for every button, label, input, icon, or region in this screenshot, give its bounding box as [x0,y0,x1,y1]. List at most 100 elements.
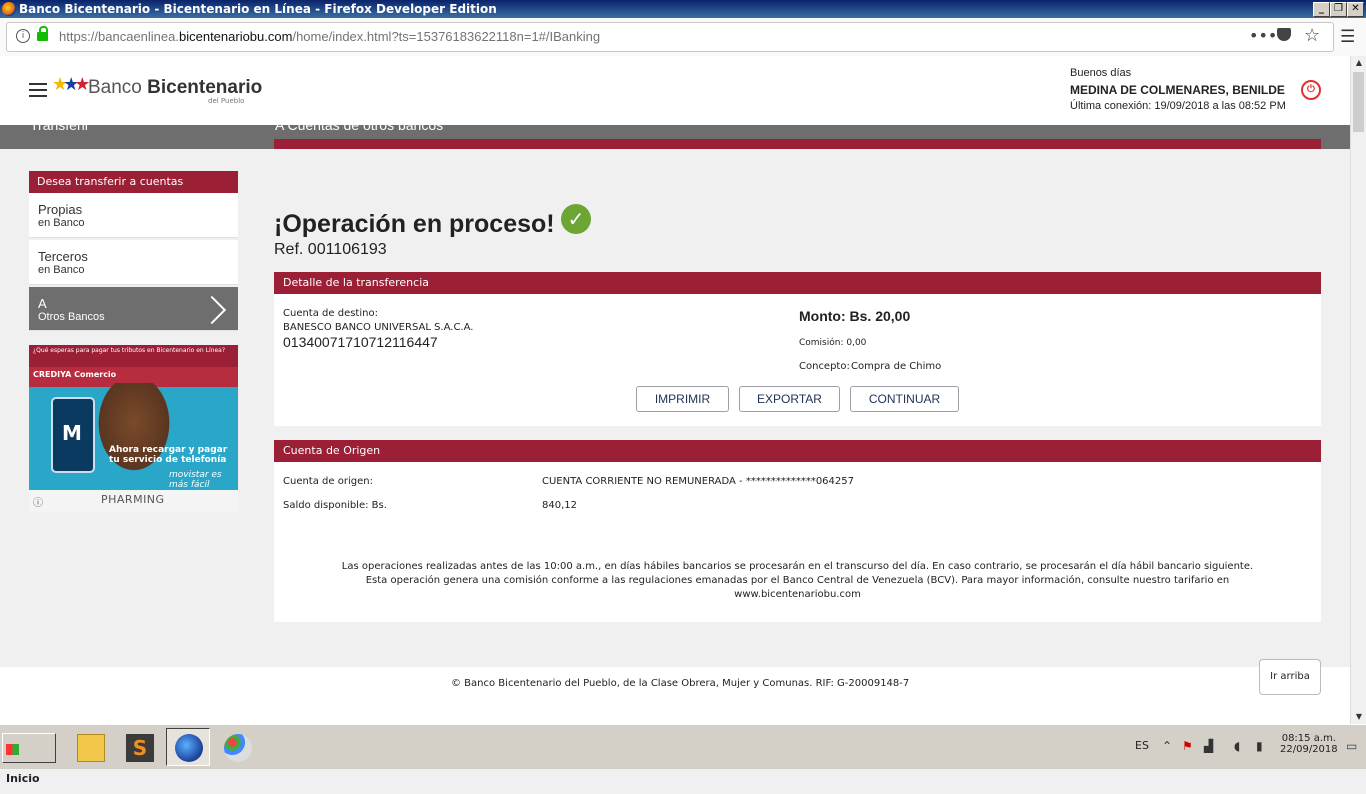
print-button[interactable]: IMPRIMIR [636,386,729,412]
start-label: Inicio [6,772,40,785]
start-button[interactable]: Inicio [2,733,56,785]
promo-footer-text: PHARMING [101,493,165,506]
action-center-flag-icon[interactable]: ⚑ [1182,739,1193,753]
notice-line-2: Esta operación genera una comisión confo… [365,575,1230,586]
info-icon: ⓘ [33,498,43,509]
section-accent-strip [274,139,1321,149]
concept-label: Concepto: [799,361,850,372]
os-taskbar: Inicio S ES ⌃ ⚑ ▟ ◖ ▮ 08:15 a.m. 22/09/2… [0,724,1366,785]
bookmark-star-icon[interactable]: ☆ [1304,25,1320,46]
logo-text-light: Banco [88,77,148,98]
dest-bank-name: BANESCO BANCO UNIVERSAL S.A.C.A. [283,322,474,333]
export-button[interactable]: EXPORTAR [739,386,840,412]
last-connection: Última conexión: 19/09/2018 a las 08:52 … [1070,100,1286,112]
greeting: Buenos días [1070,67,1132,79]
taskbar-paint[interactable] [215,728,259,766]
promo-top-text: ¿Qué esperas para pagar tus tributos en … [29,345,238,367]
promo-phone-image: M [51,397,95,473]
dest-account-label: Cuenta de destino: [283,308,378,319]
url-text[interactable]: https://bancaenlinea.bicentenariobu.com/… [59,29,600,44]
promo-person-image [89,383,179,483]
network-signal-icon[interactable]: ▟ [1204,739,1213,753]
info-icon[interactable]: i [16,29,30,43]
language-indicator[interactable]: ES [1135,739,1149,752]
logout-power-icon[interactable]: ⏻ [1301,80,1321,100]
address-bar[interactable]: i https://bancaenlinea.bicentenariobu.co… [6,22,1334,52]
user-name: MEDINA DE COLMENARES, BENILDE [1070,83,1285,97]
origin-account-panel: Cuenta de origen: CUENTA CORRIENTE NO RE… [274,462,1321,622]
taskbar-explorer[interactable] [68,728,112,766]
system-tray: ES ⌃ ⚑ ▟ ◖ ▮ 08:15 a.m. 22/09/2018 ▭ [1130,727,1366,767]
commission-value: Comisión: 0,00 [799,338,867,348]
dest-account-number: 01340071710712116447 [283,334,438,350]
sidebar-item-terceros[interactable]: Terceros en Banco [29,240,238,285]
show-desktop-icon[interactable]: ▭ [1346,739,1357,753]
paint-palette-icon [224,734,252,762]
maximize-button[interactable]: ❐ [1330,2,1347,17]
site-header: ★★★ Banco Bicentenario del Pueblo Buenos… [0,56,1350,125]
hamburger-menu-icon[interactable]: ☰ [1340,27,1355,47]
sublime-text-icon: S [126,734,154,762]
show-hidden-icons-icon[interactable]: ⌃ [1162,739,1172,753]
page-actions-icon[interactable]: ••• [1249,26,1277,45]
origin-account-heading: Cuenta de Origen [274,440,1321,462]
window-title: Banco Bicentenario - Bicentenario en Lín… [19,2,497,16]
concept-value: Compra de Chimo [851,361,942,372]
sidebar-item-propias[interactable]: Propias en Banco [29,193,238,238]
success-check-icon: ✓ [561,204,591,234]
copyright-text: © Banco Bicentenario del Pueblo, de la C… [451,678,910,689]
user-info: Buenos días MEDINA DE COLMENARES, BENILD… [1070,67,1286,112]
clock-time: 08:15 a.m. [1281,733,1336,744]
section-title: Transferir [30,125,90,133]
operation-title: ¡Operación en proceso! [274,210,555,238]
taskbar-sublime[interactable]: S [117,728,161,766]
vertical-scrollbar[interactable]: ▲ ▼ [1350,56,1366,724]
origin-account-label: Cuenta de origen: [283,476,373,487]
processing-notice: Las operaciones realizadas antes de las … [304,560,1291,602]
promo-banner[interactable]: ¿Qué esperas para pagar tus tributos en … [29,345,238,512]
firefox-icon [175,734,203,762]
logo-subtitle: del Pueblo [208,97,245,105]
window-title-bar: Banco Bicentenario - Bicentenario en Lín… [0,0,1366,18]
clock-date: 22/09/2018 [1280,744,1338,755]
promo-message: Ahora recargar y pagar tu servicio de te… [109,445,228,465]
notice-line-1: Las operaciones realizadas antes de las … [341,561,1254,572]
clock[interactable]: 08:15 a.m. 22/09/2018 [1280,733,1338,755]
subsection-title: A Cuentas de otros bancos [275,125,444,133]
continue-button[interactable]: CONTINUAR [850,386,959,412]
battery-icon[interactable]: ▮ [1256,739,1263,753]
promo-footer: ⓘ PHARMING [29,490,238,512]
taskbar-firefox[interactable] [166,728,210,766]
web-page: ★★★ Banco Bicentenario del Pueblo Buenos… [0,56,1350,724]
sidebar-item-label: Terceros [38,249,88,264]
balance-label: Saldo disponible: Bs. [283,500,387,511]
close-button[interactable]: ✕ [1347,2,1364,17]
balance-value: 840,12 [542,500,577,511]
promo-brand: movistar es más fácil [169,470,222,490]
scroll-down-arrow-icon[interactable]: ▼ [1352,710,1366,724]
sidebar-item-label: Propias [38,202,83,217]
logo-text-bold: Bicentenario [147,77,263,98]
lock-icon[interactable] [37,26,48,41]
origin-account-value: CUENTA CORRIENTE NO REMUNERADA - *******… [542,476,854,487]
volume-icon[interactable]: ◖ [1234,739,1240,753]
minimize-button[interactable]: _ [1313,2,1330,17]
sidebar-item-sublabel: en Banco [38,217,85,229]
browser-toolbar: i https://bancaenlinea.bicentenariobu.co… [0,18,1366,57]
windows-logo-icon [6,743,19,755]
scroll-up-arrow-icon[interactable]: ▲ [1352,56,1366,70]
folder-icon [77,734,105,762]
pocket-icon[interactable] [1277,28,1291,41]
sidebar-heading: Desea transferir a cuentas [29,171,238,193]
transfer-detail-heading: Detalle de la transferencia [274,272,1321,294]
back-to-top-button[interactable]: Ir arriba [1259,659,1321,695]
operation-reference: Ref. 001106193 [274,241,387,258]
sidebar-item-otros-bancos[interactable]: A Otros Bancos [29,287,238,331]
bank-logo[interactable]: ★★★ Banco Bicentenario del Pueblo [50,74,270,110]
notice-link[interactable]: www.bicentenariobu.com [304,588,1291,602]
site-menu-icon[interactable] [29,83,47,97]
firefox-icon [2,2,16,16]
scroll-thumb[interactable] [1353,72,1364,132]
sidebar-item-sublabel: en Banco [38,264,85,276]
amount-value: Monto: Bs. 20,00 [799,308,911,324]
